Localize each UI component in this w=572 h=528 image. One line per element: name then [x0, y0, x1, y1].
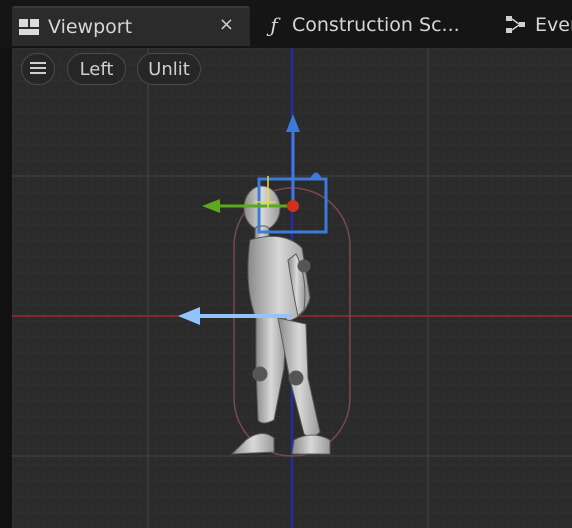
viewport-icon: [18, 18, 40, 36]
tab-construction-script[interactable]: ƒ Construction Sc...: [264, 6, 464, 44]
tab-event-graph[interactable]: Even: [505, 6, 572, 44]
viewport-scene: [12, 48, 572, 528]
viewport-menu-button[interactable]: [21, 53, 55, 85]
tab-viewport-label: Viewport: [48, 16, 133, 38]
close-icon[interactable]: ×: [219, 14, 234, 35]
function-icon: ƒ: [270, 13, 278, 37]
tab-bar: Viewport × ƒ Construction Sc... Even: [0, 0, 572, 48]
tab-event-graph-label: Even: [535, 14, 572, 36]
graph-icon: [505, 15, 527, 35]
left-panel-edge: [0, 48, 12, 528]
view-mode-button[interactable]: Left: [67, 53, 126, 85]
lighting-mode-button[interactable]: Unlit: [137, 53, 201, 85]
tab-construction-script-label: Construction Sc...: [292, 14, 460, 36]
viewport-canvas[interactable]: Left Unlit: [12, 48, 572, 528]
tab-viewport[interactable]: Viewport ×: [12, 6, 250, 46]
hamburger-icon: [30, 59, 46, 80]
